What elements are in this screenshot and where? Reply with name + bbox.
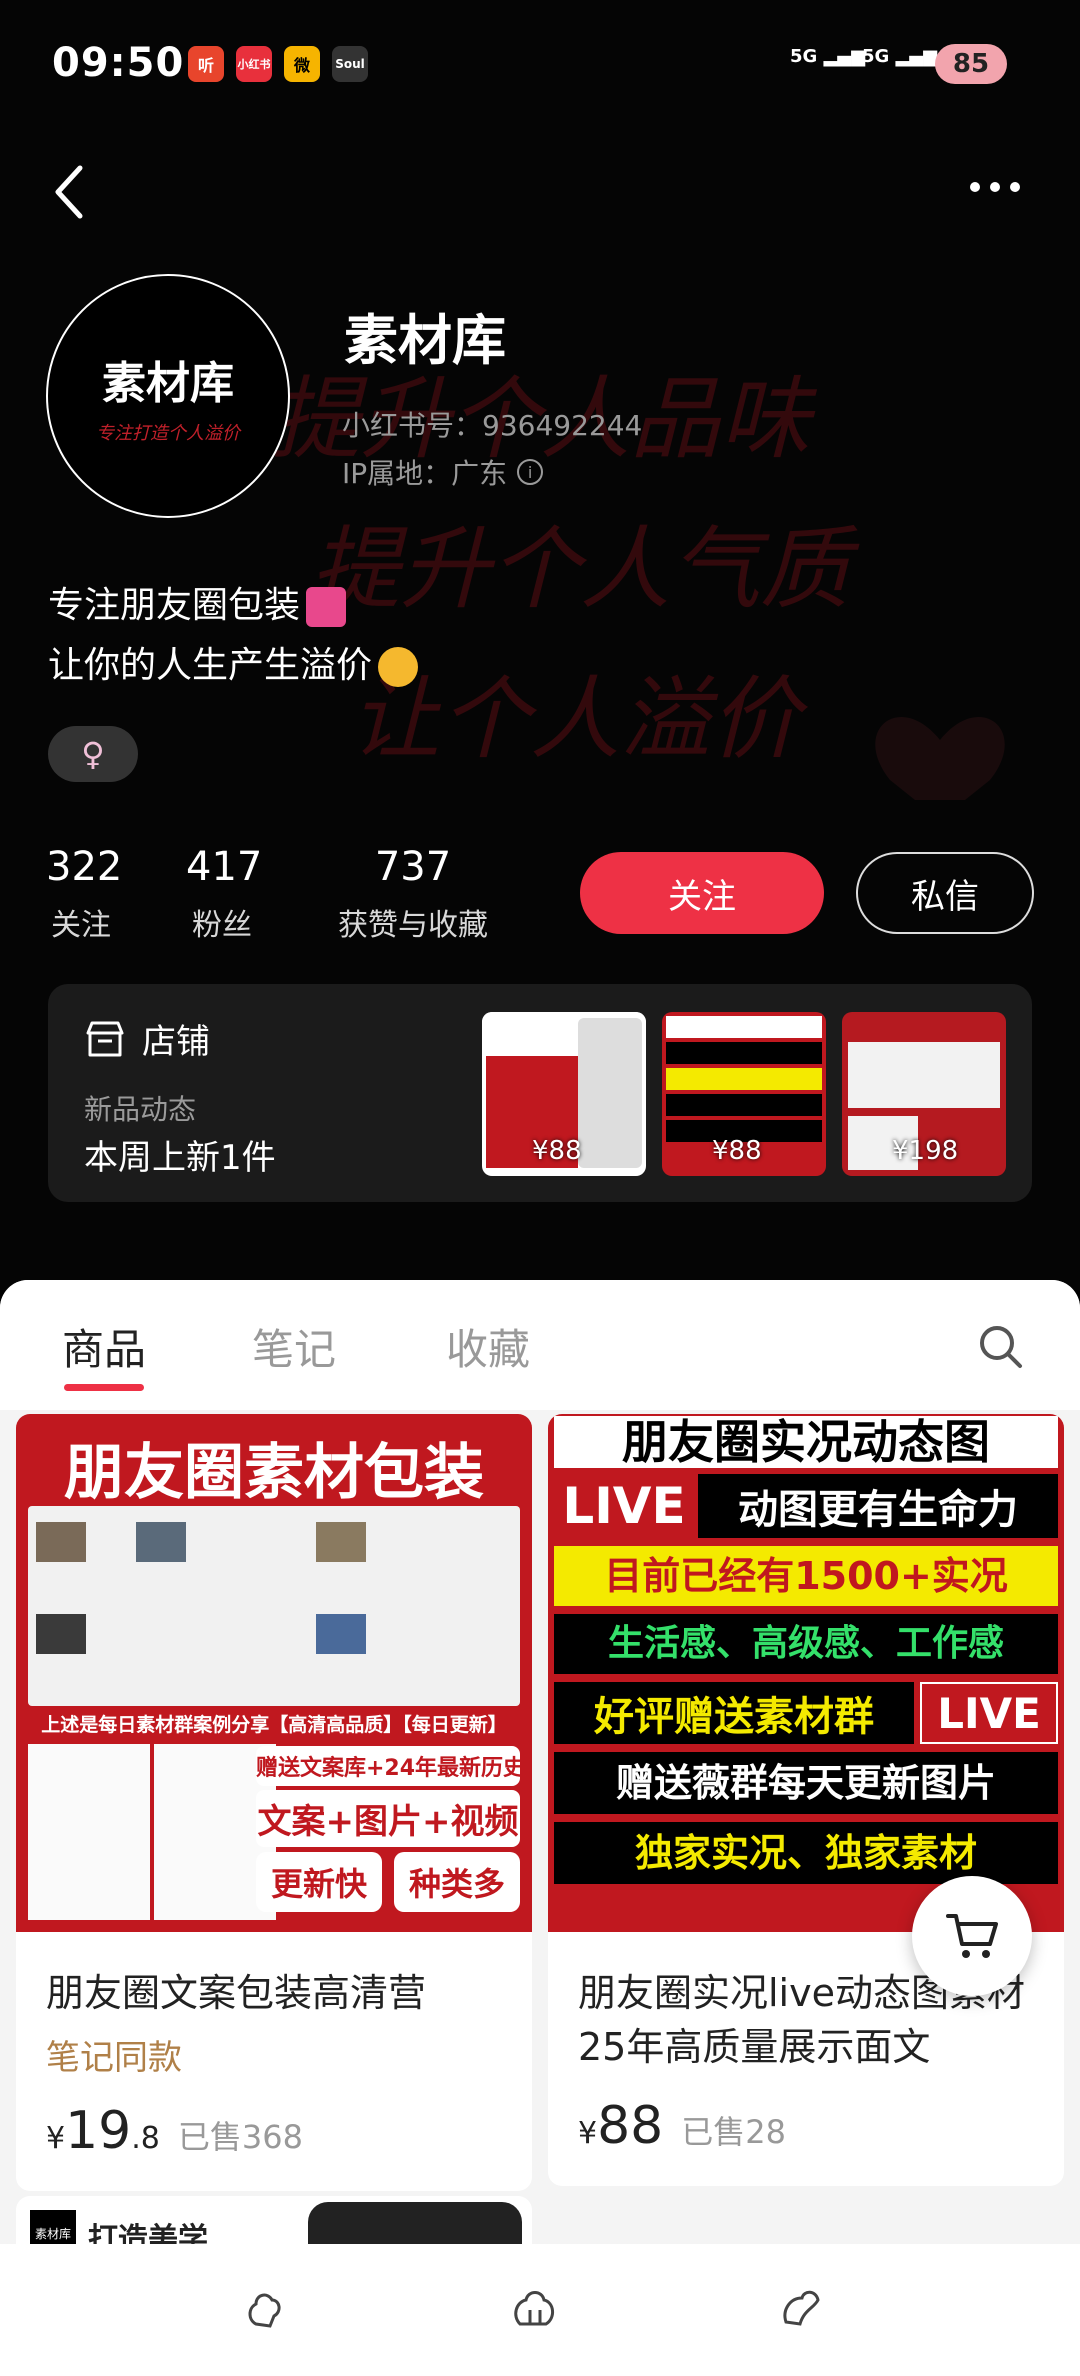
product-2-live-badge-2: LIVE xyxy=(920,1682,1058,1744)
shop-card[interactable]: 店铺 新品动态 本周上新1件 ¥88 ¥88 ¥198 xyxy=(48,984,1032,1202)
product-1-tag: 笔记同款 xyxy=(46,2038,182,2078)
product-1-sold: 已售368 xyxy=(177,2118,303,2156)
shop-title-text: 店铺 xyxy=(142,1022,210,1062)
tab-products[interactable]: 商品 xyxy=(62,1316,146,1377)
product-1-price-row: ¥19.8 已售368 xyxy=(16,2079,532,2191)
ip-location: IP属地：广东 i xyxy=(342,452,544,492)
cart-icon xyxy=(946,1914,998,1958)
stat-following[interactable]: 322 关注 xyxy=(46,844,123,944)
product-2-line-7: 独家实况、独家素材 xyxy=(554,1822,1058,1884)
app-notif-icon-3: 微 xyxy=(284,46,320,82)
stat-followers[interactable]: 417 粉丝 xyxy=(186,844,263,944)
product-1-banner: 朋友圈素材包装 xyxy=(64,1438,484,1508)
product-2-sold: 已售28 xyxy=(681,2113,786,2151)
product-1-badge-4: 种类多 xyxy=(394,1852,520,1912)
product-2-line-5: 好评赠送素材群 xyxy=(554,1682,914,1744)
battery-icon: 85 xyxy=(935,44,1007,84)
product-2-line-4: 生活感、高级感、工作感 xyxy=(554,1614,1058,1674)
avatar-subtext: 专注打造个人溢价 xyxy=(96,423,240,444)
shop-thumb-2[interactable]: ¥88 xyxy=(662,1012,826,1176)
status-bar: 09:50 听 小红书 微 Soul 5G ▂▄▆ 5G ▂▄▆ 85 xyxy=(0,0,1080,130)
stat-following-label: 关注 xyxy=(51,908,111,943)
product-2-line-1: 朋友圈实况动态图 xyxy=(554,1416,1058,1468)
profile-header: 提升个人品味 提升个人气质 让个人溢价 09:50 听 小红书 微 Soul 5… xyxy=(0,0,1080,1290)
signal-icon-2: 5G ▂▄▆ xyxy=(862,46,938,67)
product-1-badge-3: 更新快 xyxy=(256,1852,382,1912)
shop-title: 店铺 xyxy=(84,1014,210,1063)
product-1-price-decimal: .8 xyxy=(131,2121,160,2156)
back-arrow-icon[interactable] xyxy=(48,162,92,222)
gender-female-icon: ♀ xyxy=(48,726,138,782)
content-panel: 商品 笔记 收藏 朋友圈素材包装 上述是每日素材群案例分享【高清高品质】【每日更… xyxy=(0,1280,1080,2376)
stat-followers-count: 417 xyxy=(186,844,263,890)
product-image-1: 朋友圈素材包装 上述是每日素材群案例分享【高清高品质】【每日更新】 赠送文案库+… xyxy=(16,1414,532,1932)
signal-icon-1: 5G ▂▄▆ xyxy=(790,46,866,67)
profile-name: 素材库 xyxy=(344,309,506,372)
stat-likes[interactable]: 737 获赞与收藏 xyxy=(330,844,496,944)
product-1-badge-1: 赠送文案库+24年最新历史库 xyxy=(256,1746,520,1786)
ip-location-text: IP属地：广东 xyxy=(342,457,508,490)
shop-subtitle: 新品动态 xyxy=(84,1093,197,1126)
shop-thumb-1[interactable]: ¥88 xyxy=(482,1012,646,1176)
shop-icon xyxy=(86,1021,124,1056)
stat-likes-count: 737 xyxy=(374,844,452,890)
product-2-line-3: 目前已经有1500+实况 xyxy=(554,1546,1058,1606)
cart-button[interactable] xyxy=(912,1876,1032,1996)
app-notif-icon-2: 小红书 xyxy=(236,46,272,82)
product-2-price-row: ¥88 已售28 xyxy=(548,2074,1064,2186)
stat-following-count: 322 xyxy=(46,844,123,890)
follow-button[interactable]: 关注 xyxy=(580,852,824,934)
message-button[interactable]: 私信 xyxy=(856,852,1034,934)
app-notif-icon-1: 听 xyxy=(188,46,224,82)
product-1-title: 朋友圈文案包装高清营 xyxy=(46,1971,427,2015)
avatar[interactable]: 素材库 专注打造个人溢价 xyxy=(46,274,290,518)
bg-line-3: 让个人溢价 xyxy=(350,667,809,772)
stat-followers-label: 粉丝 xyxy=(192,908,252,943)
bio-line-1: 专注朋友圈包装 xyxy=(48,585,301,626)
bottom-nav xyxy=(0,2244,1080,2376)
info-icon[interactable]: i xyxy=(517,459,544,485)
product-2-line-2: 动图更有生命力 xyxy=(698,1474,1058,1538)
product-1-currency: ¥ xyxy=(46,2121,66,2156)
shop-thumb-2-price: ¥88 xyxy=(712,1136,762,1166)
search-icon[interactable] xyxy=(976,1322,1024,1370)
product-2-live-badge: LIVE xyxy=(554,1474,694,1538)
status-time: 09:50 xyxy=(52,40,185,86)
avatar-text: 素材库 xyxy=(102,358,234,409)
active-tab-indicator xyxy=(64,1384,144,1391)
product-2-line-6: 赠送薇群每天更新图片 xyxy=(554,1752,1058,1814)
product-image-2: 朋友圈实况动态图 LIVE 动图更有生命力 目前已经有1500+实况 生活感、高… xyxy=(548,1414,1064,1932)
xhs-id: 小红书号：936492244 xyxy=(342,409,643,442)
nav-shop-icon[interactable] xyxy=(506,2280,562,2336)
product-2-price: 88 xyxy=(597,2096,664,2156)
shop-new-items: 本周上新1件 xyxy=(84,1138,276,1178)
hearts-emoji-icon xyxy=(306,587,347,627)
tab-bar: 商品 笔记 收藏 xyxy=(0,1280,1080,1410)
bio: 专注朋友圈包装 让你的人生产生溢价 xyxy=(48,576,419,696)
tab-favorites[interactable]: 收藏 xyxy=(446,1316,530,1377)
nav-message-icon[interactable] xyxy=(774,2280,830,2336)
shop-thumb-1-price: ¥88 xyxy=(532,1136,582,1166)
stat-likes-label: 获赞与收藏 xyxy=(338,908,488,943)
product-1-badge-2: 文案+图片+视频 xyxy=(256,1790,520,1847)
profile-page: 提升个人品味 提升个人气质 让个人溢价 09:50 听 小红书 微 Soul 5… xyxy=(0,0,1080,2376)
product-1-price: 19 xyxy=(65,2101,132,2161)
shop-thumb-3-price: ¥198 xyxy=(892,1136,959,1166)
app-notif-icon-4: Soul xyxy=(332,46,368,82)
product-2-currency: ¥ xyxy=(578,2116,598,2151)
kiss-emoji-icon xyxy=(378,647,419,687)
tab-notes[interactable]: 笔记 xyxy=(252,1316,336,1377)
more-options-icon[interactable] xyxy=(965,172,1025,202)
product-card-2[interactable]: 朋友圈实况动态图 LIVE 动图更有生命力 目前已经有1500+实况 生活感、高… xyxy=(548,1414,1064,2186)
shop-thumb-3[interactable]: ¥198 xyxy=(842,1012,1006,1176)
product-card-1[interactable]: 朋友圈素材包装 上述是每日素材群案例分享【高清高品质】【每日更新】 赠送文案库+… xyxy=(16,1414,532,2191)
product-1-strip: 上述是每日素材群案例分享【高清高品质】【每日更新】 xyxy=(22,1710,526,1737)
bio-line-2: 让你的人生产生溢价 xyxy=(48,645,373,686)
nav-home-icon[interactable] xyxy=(236,2280,292,2336)
